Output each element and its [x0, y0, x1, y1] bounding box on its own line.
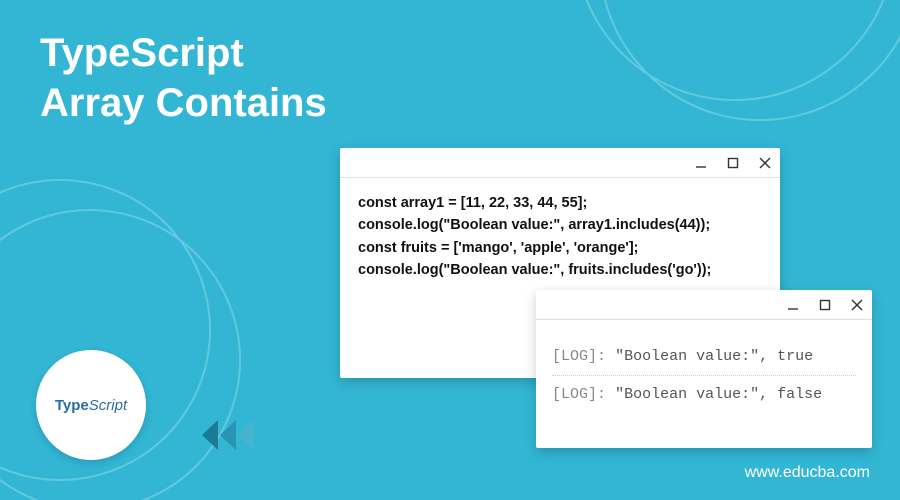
- title-line-2: Array Contains: [40, 78, 327, 128]
- website-url: www.educba.com: [745, 464, 870, 482]
- typescript-badge: TypeScript: [36, 350, 146, 460]
- log-tag: LOG: [561, 348, 588, 365]
- log-tag: LOG: [561, 386, 588, 403]
- log-body: [LOG]: "Boolean value:", true [LOG]: "Bo…: [536, 320, 872, 431]
- log-window-titlebar: [536, 290, 872, 320]
- code-line: const array1 = [11, 22, 33, 44, 55];: [358, 192, 762, 214]
- code-line: console.log("Boolean value:", array1.inc…: [358, 214, 762, 236]
- log-window: [LOG]: "Boolean value:", true [LOG]: "Bo…: [536, 290, 872, 448]
- badge-label: TypeScript: [55, 397, 127, 414]
- maximize-icon[interactable]: [726, 156, 740, 170]
- code-body: const array1 = [11, 22, 33, 44, 55]; con…: [340, 178, 780, 296]
- arrows-icon: [200, 410, 270, 460]
- code-line: const fruits = ['mango', 'apple', 'orang…: [358, 237, 762, 259]
- log-message: "Boolean value:", true: [615, 348, 813, 365]
- code-window-titlebar: [340, 148, 780, 178]
- log-entry: [LOG]: "Boolean value:", true: [552, 338, 856, 375]
- title-line-1: TypeScript: [40, 28, 327, 78]
- code-line: console.log("Boolean value:", fruits.inc…: [358, 259, 762, 281]
- close-icon[interactable]: [850, 298, 864, 312]
- page-title: TypeScript Array Contains: [40, 28, 327, 128]
- close-icon[interactable]: [758, 156, 772, 170]
- log-message: "Boolean value:", false: [615, 386, 822, 403]
- maximize-icon[interactable]: [818, 298, 832, 312]
- log-entry: [LOG]: "Boolean value:", false: [552, 376, 856, 413]
- minimize-icon[interactable]: [694, 156, 708, 170]
- minimize-icon[interactable]: [786, 298, 800, 312]
